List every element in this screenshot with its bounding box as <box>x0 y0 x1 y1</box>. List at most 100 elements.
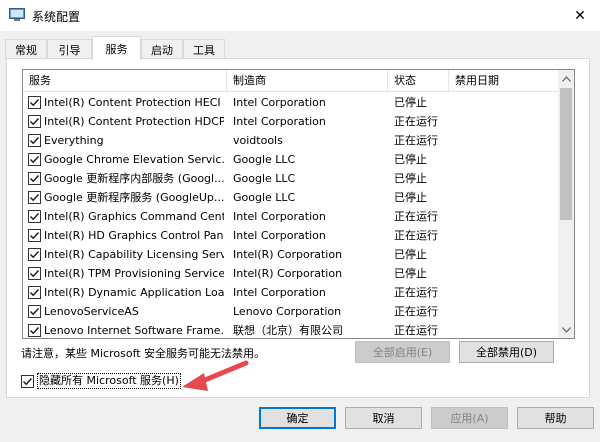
hide-microsoft-services-checkbox[interactable]: 隐藏所有 Microsoft 服务(H) <box>21 373 181 389</box>
service-checkbox[interactable] <box>28 324 41 337</box>
column-header-service[interactable]: 服务 <box>23 70 226 92</box>
title-bar: 系统配置 ✕ <box>0 0 600 31</box>
checkmark-icon <box>30 251 40 259</box>
checkmark-icon <box>30 99 40 107</box>
tab-tools[interactable]: 工具 <box>183 39 225 59</box>
service-status: 已停止 <box>394 191 427 204</box>
service-checkbox[interactable] <box>28 96 41 109</box>
service-checkbox[interactable] <box>28 210 41 223</box>
service-rows: Intel(R) Content Protection HECI ... Inte… <box>23 93 560 338</box>
tab-boot[interactable]: 引导 <box>47 39 92 59</box>
service-manufacturer: Intel(R) Corporation <box>233 248 343 261</box>
service-checkbox[interactable] <box>28 267 41 280</box>
services-panel: 服务 制造商 状态 禁用日期 Intel(R) Content Protecti… <box>6 58 590 398</box>
service-row[interactable]: Intel(R) Dynamic Application Loa... Intel… <box>23 283 560 302</box>
help-button[interactable]: 帮助 <box>517 407 594 429</box>
service-row[interactable]: Google Chrome Elevation Servic... Google … <box>23 150 560 169</box>
service-checkbox[interactable] <box>28 134 41 147</box>
column-header-status[interactable]: 状态 <box>388 70 448 92</box>
service-status: 正在运行 <box>394 324 438 337</box>
service-checkbox[interactable] <box>28 153 41 166</box>
service-name: Lenovo Internet Software Frame... <box>44 324 224 337</box>
checkmark-icon <box>30 232 40 240</box>
service-row[interactable]: Intel(R) Content Protection HDCP... Intel… <box>23 112 560 131</box>
service-row[interactable]: Lenovo Internet Software Frame... 联想（北京）有… <box>23 321 560 338</box>
service-manufacturer: voidtools <box>233 134 283 147</box>
list-header: 服务 制造商 状态 禁用日期 <box>23 70 560 92</box>
checkmark-icon <box>30 327 40 335</box>
chevron-up-icon <box>561 75 571 82</box>
window-title: 系统配置 <box>32 10 81 24</box>
service-row[interactable]: Everything voidtools 正在运行 <box>23 131 560 150</box>
service-name: Google 更新程序内部服务 (Googl... <box>44 172 224 185</box>
service-status: 已停止 <box>394 96 427 109</box>
scroll-down-arrow[interactable] <box>558 321 574 338</box>
service-row[interactable]: Intel(R) Capability Licensing Servi... In… <box>23 245 560 264</box>
service-checkbox[interactable] <box>28 115 41 128</box>
checkmark-icon <box>30 137 40 145</box>
close-button[interactable]: ✕ <box>560 0 600 31</box>
checkmark-icon <box>30 270 40 278</box>
service-status: 正在运行 <box>394 134 438 147</box>
service-status: 正在运行 <box>394 210 438 223</box>
service-status: 已停止 <box>394 153 427 166</box>
checkbox[interactable] <box>21 374 34 388</box>
service-row[interactable]: LenovoServiceAS Lenovo Corporation 正在运行 <box>23 302 560 321</box>
service-manufacturer: Intel Corporation <box>233 210 326 223</box>
tab-startup[interactable]: 启动 <box>141 39 183 59</box>
service-checkbox[interactable] <box>28 229 41 242</box>
checkmark-icon <box>30 156 40 164</box>
apply-button[interactable]: 应用(A) <box>431 407 508 429</box>
disable-all-button[interactable]: 全部禁用(D) <box>459 341 554 363</box>
checkmark-icon <box>23 377 33 385</box>
service-status: 已停止 <box>394 267 427 280</box>
service-name: Intel(R) HD Graphics Control Pan... <box>44 229 224 242</box>
enable-all-button[interactable]: 全部启用(E) <box>355 341 450 363</box>
service-row[interactable]: Google 更新程序内部服务 (Googl... Google LLC 已停止 <box>23 169 560 188</box>
service-manufacturer: Intel Corporation <box>233 115 326 128</box>
service-status: 正在运行 <box>394 305 438 318</box>
vertical-scrollbar[interactable] <box>558 70 574 338</box>
service-row[interactable]: Intel(R) HD Graphics Control Pan... Intel… <box>23 226 560 245</box>
service-checkbox[interactable] <box>28 191 41 204</box>
cancel-button[interactable]: 取消 <box>345 407 422 429</box>
service-status: 正在运行 <box>394 115 438 128</box>
service-name: LenovoServiceAS <box>44 305 139 318</box>
service-checkbox[interactable] <box>28 172 41 185</box>
service-name: Google 更新程序服务 (GoogleUp... <box>44 191 224 204</box>
service-status: 已停止 <box>394 248 427 261</box>
scroll-up-arrow[interactable] <box>558 70 574 87</box>
service-manufacturer: Google LLC <box>233 191 296 204</box>
service-manufacturer: Intel Corporation <box>233 286 326 299</box>
checkmark-icon <box>30 194 40 202</box>
service-checkbox[interactable] <box>28 286 41 299</box>
checkmark-icon <box>30 308 40 316</box>
service-manufacturer: Intel Corporation <box>233 229 326 242</box>
service-status: 已停止 <box>394 172 427 185</box>
service-row[interactable]: Intel(R) Content Protection HECI ... Inte… <box>23 93 560 112</box>
ok-button[interactable]: 确定 <box>259 407 336 429</box>
service-manufacturer: Intel(R) Corporation <box>233 267 343 280</box>
column-header-disabled-date[interactable]: 禁用日期 <box>449 70 559 92</box>
service-manufacturer: Google LLC <box>233 172 296 185</box>
service-row[interactable]: Google 更新程序服务 (GoogleUp... Google LLC 已停止 <box>23 188 560 207</box>
service-name: Google Chrome Elevation Servic... <box>44 153 224 166</box>
column-header-manufacturer[interactable]: 制造商 <box>227 70 387 92</box>
checkmark-icon <box>30 118 40 126</box>
service-manufacturer: 联想（北京）有限公司 <box>233 324 343 337</box>
service-manufacturer: Google LLC <box>233 153 296 166</box>
service-checkbox[interactable] <box>28 248 41 261</box>
tab-general[interactable]: 常规 <box>5 39 47 59</box>
checkmark-icon <box>30 289 40 297</box>
service-name: Intel(R) Dynamic Application Loa... <box>44 286 224 299</box>
service-name: Intel(R) Content Protection HDCP... <box>44 115 224 128</box>
scroll-thumb[interactable] <box>560 88 572 220</box>
service-row[interactable]: Intel(R) TPM Provisioning Service Intel(R… <box>23 264 560 283</box>
service-checkbox[interactable] <box>28 305 41 318</box>
checkmark-icon <box>30 213 40 221</box>
tab-services[interactable]: 服务 <box>92 36 141 60</box>
service-row[interactable]: Intel(R) Graphics Command Cent... Intel C… <box>23 207 560 226</box>
services-list[interactable]: 服务 制造商 状态 禁用日期 Intel(R) Content Protecti… <box>22 69 575 339</box>
annotation-arrow-icon <box>182 360 249 391</box>
service-manufacturer: Intel Corporation <box>233 96 326 109</box>
